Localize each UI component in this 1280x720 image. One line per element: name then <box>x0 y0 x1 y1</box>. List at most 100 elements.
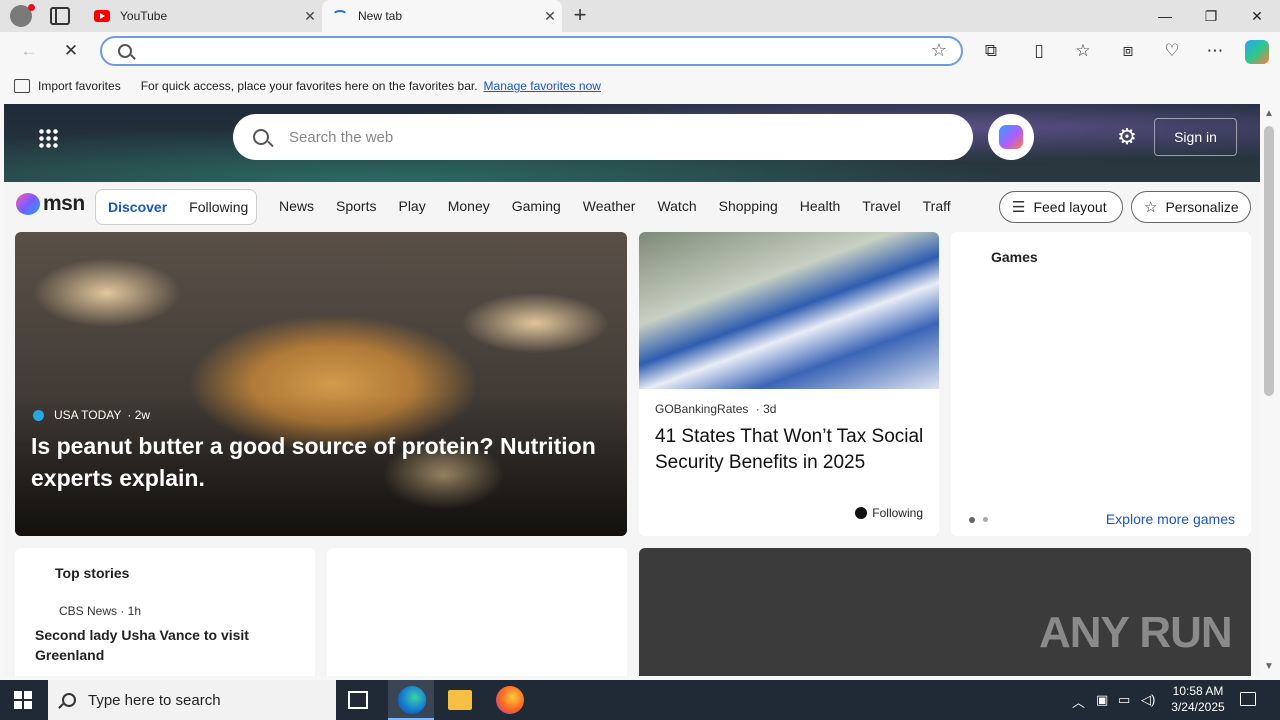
taskbar-search-box[interactable]: Type here to search <box>48 680 336 720</box>
clock-time: 10:58 AM <box>1172 684 1224 698</box>
address-bar[interactable]: ☆ <box>100 36 963 66</box>
page-scrollbar[interactable]: ▲ ▼ <box>1260 104 1280 676</box>
article-headline[interactable]: Second lady Usha Vance to visit Greenlan… <box>35 625 275 665</box>
close-window-button[interactable]: ✕ <box>1234 0 1280 32</box>
msn-logo-text: msn <box>43 192 85 215</box>
device-icon[interactable]: ▣ <box>1096 692 1108 708</box>
carousel-dots[interactable] <box>969 517 996 523</box>
import-favorites-button[interactable]: Import favorites <box>38 79 121 93</box>
favorite-star-icon[interactable]: ☆ <box>931 40 947 61</box>
tab-new-tab[interactable]: New tab ✕ <box>322 0 562 32</box>
copilot-icon[interactable] <box>1245 40 1269 64</box>
nav-health[interactable]: Health <box>800 198 840 214</box>
search-placeholder: Search the web <box>289 128 394 146</box>
tab-strip: YouTube ✕ New tab ✕ + — ❐ ✕ <box>0 0 1280 32</box>
task-view-icon[interactable] <box>348 691 368 709</box>
favorites-icon[interactable]: ☆ <box>1068 37 1098 65</box>
nav-money[interactable]: Money <box>448 198 490 214</box>
personalize-button[interactable]: ☆ Personalize <box>1131 191 1251 223</box>
article-image <box>639 232 939 389</box>
copilot-button[interactable] <box>988 114 1034 160</box>
minimize-button[interactable]: — <box>1142 0 1188 32</box>
favorites-bar-message: For quick access, place your favorites h… <box>140 79 478 93</box>
nav-travel[interactable]: Travel <box>862 198 900 214</box>
tab-discover[interactable]: Discover <box>108 199 167 215</box>
search-icon <box>62 693 76 707</box>
page-viewport: Search the web ⚙ Sign in msn Discover Fo… <box>4 104 1260 676</box>
scroll-up-icon[interactable]: ▲ <box>1264 108 1274 119</box>
scroll-down-icon[interactable]: ▼ <box>1264 661 1274 672</box>
search-icon <box>253 129 269 145</box>
close-tab-icon[interactable]: ✕ <box>298 8 322 25</box>
settings-gear-icon[interactable]: ⚙ <box>1114 124 1140 150</box>
favorites-bar: Import favorites For quick access, place… <box>0 70 1280 102</box>
back-button[interactable]: ← <box>14 37 44 65</box>
youtube-favicon-icon <box>94 10 110 22</box>
system-clock[interactable]: 10:58 AM 3/24/2025 <box>1160 683 1236 715</box>
nav-shopping[interactable]: Shopping <box>719 198 778 214</box>
feed-layout-button[interactable]: ☰ Feed layout <box>999 191 1123 223</box>
search-icon <box>118 44 132 58</box>
sliders-icon: ☰ <box>1012 199 1026 216</box>
tab-following[interactable]: Following <box>189 199 248 215</box>
article-source: CBS News · 1h <box>59 604 142 618</box>
edge-browser-icon[interactable] <box>398 686 426 714</box>
top-stories-card: Top stories CBS News · 1h Second lady Us… <box>15 548 315 676</box>
stop-loading-button[interactable]: ✕ <box>56 37 86 65</box>
feed-layout-label: Feed layout <box>1033 199 1107 215</box>
anyrun-watermark: ANY RUN <box>1039 608 1233 657</box>
profile-notification-dot <box>28 4 35 11</box>
feed-tab-group: Discover Following <box>95 189 257 225</box>
app-launcher-icon[interactable] <box>38 128 58 148</box>
following-indicator[interactable]: Following <box>855 506 923 520</box>
explore-more-games-link[interactable]: Explore more games <box>1106 511 1235 527</box>
split-screen-icon[interactable]: ▯ <box>1024 37 1054 65</box>
new-tab-button[interactable]: + <box>568 4 592 28</box>
collections-icon[interactable]: ⧈ <box>1113 37 1143 65</box>
sign-in-button[interactable]: Sign in <box>1154 118 1237 156</box>
nav-traffic[interactable]: Traffic <box>923 198 951 214</box>
video-card[interactable]: ANY RUN <box>639 548 1251 676</box>
check-icon <box>855 507 868 519</box>
firefox-icon[interactable] <box>496 686 524 714</box>
nav-watch[interactable]: Watch <box>657 198 696 214</box>
tab-actions-icon[interactable] <box>50 7 70 25</box>
nav-news[interactable]: News <box>279 198 314 214</box>
extensions-icon[interactable]: ⧉ <box>976 37 1006 65</box>
article-headline[interactable]: 41 States That Won’t Tax Social Security… <box>655 424 925 476</box>
volume-icon[interactable]: ◁) <box>1141 692 1155 708</box>
import-icon <box>14 79 30 93</box>
show-hidden-icons-icon[interactable]: ︿ <box>1072 692 1085 711</box>
msn-logo[interactable]: msn <box>16 192 85 216</box>
nav-weather[interactable]: Weather <box>583 198 636 214</box>
games-title: Games <box>991 249 1038 265</box>
category-links: News Sports Play Money Gaming Weather Watch Sho… <box>279 198 951 220</box>
hero-article-card[interactable]: USA TODAY · 2w Is peanut butter a good s… <box>15 232 627 536</box>
msn-nav: msn Discover Following News Sports Play Mon… <box>4 182 1260 230</box>
article-card-social-security[interactable]: GOBankingRates · 3d 41 States That Won’t… <box>639 232 939 536</box>
source-logo-icon <box>33 409 44 421</box>
file-explorer-icon[interactable] <box>448 690 472 710</box>
nav-play[interactable]: Play <box>398 198 425 214</box>
hero-headline[interactable]: Is peanut butter a good source of protei… <box>31 430 611 494</box>
close-tab-icon[interactable]: ✕ <box>538 8 562 25</box>
loading-spinner-icon <box>332 10 348 22</box>
scroll-thumb[interactable] <box>1264 126 1274 396</box>
article-source: GOBankingRates · 3d <box>655 402 776 416</box>
msn-butterfly-icon <box>16 193 40 215</box>
games-card: Games Explore more games <box>951 232 1251 536</box>
top-stories-title: Top stories <box>55 565 130 581</box>
header-background: Search the web ⚙ Sign in <box>4 104 1260 182</box>
personalize-label: Personalize <box>1165 199 1239 215</box>
nav-gaming[interactable]: Gaming <box>512 198 561 214</box>
tab-youtube[interactable]: YouTube ✕ <box>84 0 322 32</box>
windows-start-icon[interactable] <box>14 691 32 709</box>
network-icon[interactable]: ▭ <box>1118 692 1130 708</box>
nav-sports[interactable]: Sports <box>336 198 376 214</box>
manage-favorites-link[interactable]: Manage favorites now <box>484 79 601 93</box>
restore-button[interactable]: ❐ <box>1188 0 1234 32</box>
notification-center-icon[interactable] <box>1240 692 1256 706</box>
web-search-box[interactable]: Search the web <box>233 114 973 160</box>
more-menu-icon[interactable]: ⋯ <box>1200 37 1230 65</box>
browser-essentials-icon[interactable]: ♡ <box>1157 37 1187 65</box>
